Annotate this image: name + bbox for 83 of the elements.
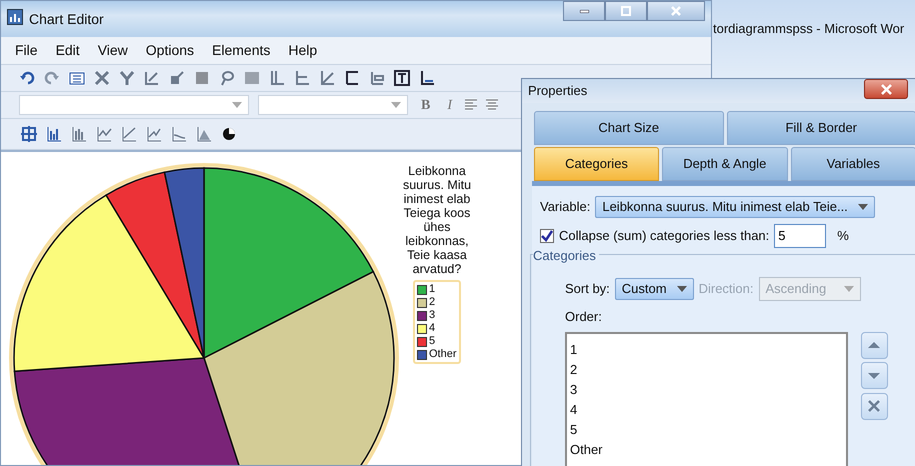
caret-icon [844,286,854,292]
text-box-icon[interactable] [394,70,410,86]
field-label: Sort by: [565,280,610,298]
menu-item[interactable]: File [15,40,38,61]
italic-button[interactable]: I [443,94,456,116]
list-item[interactable]: 5 [570,420,843,440]
tab[interactable]: Categories [534,146,659,180]
line-chart-icon[interactable] [121,126,137,142]
move-down-button[interactable] [860,362,888,390]
app-icon [7,9,23,25]
caret-icon [676,286,687,292]
menu-item[interactable]: Edit [56,40,80,61]
window-title: tordiagrammspss - Microsoft Wor [713,20,904,38]
move-up-button[interactable] [860,332,888,359]
number-field[interactable]: 5 [774,224,826,248]
frame-icon[interactable] [344,70,360,86]
maximize-button[interactable] [605,1,647,21]
caret-icon [858,204,868,210]
list-item[interactable]: 2 [570,360,843,380]
list-item[interactable]: 1 [570,340,843,360]
close-icon [880,84,892,94]
sort-dropdown[interactable]: Custom [614,278,694,300]
list-icon[interactable] [69,70,85,86]
tab[interactable]: Variables [790,146,915,180]
axis-icon[interactable] [294,70,310,86]
maximize-icon [621,6,631,16]
list-item[interactable]: Other [570,440,843,460]
area-chart-icon[interactable] [196,126,212,142]
legend-label: 2 [429,295,436,310]
check-icon [541,230,553,242]
caret-icon [232,102,242,108]
tab[interactable]: Fill & Border [726,110,915,144]
tab[interactable]: Depth & Angle [662,146,788,180]
list-item[interactable]: 4 [570,400,843,420]
legend-title: Leibkonna suurus. Mitu inimest elab Teiega koos ühes leibkonnas, Teie kaasa arvatud? [402,164,472,276]
axis-icon[interactable] [319,70,335,86]
close-button[interactable] [864,79,908,99]
close-icon [868,400,880,412]
list-item[interactable]: 3 [570,380,843,400]
caret-icon [391,102,401,108]
menu-item[interactable]: Options [146,40,194,61]
menu-item[interactable]: View [98,40,128,61]
field-label: Order: [565,308,603,326]
tab[interactable]: Chart Size [534,110,724,144]
legend-label: 4 [429,321,436,336]
line-chart-icon[interactable] [96,126,112,142]
align-center-icon[interactable] [486,99,498,111]
align-left-icon[interactable] [465,99,478,111]
axis-icon[interactable] [269,70,285,86]
menu-item[interactable]: Elements [212,40,270,61]
window-title: Properties [528,82,588,100]
bar-chart-icon[interactable] [71,126,87,142]
checkbox[interactable] [540,228,554,242]
bold-button[interactable]: B [417,94,434,116]
legend-label: Other [429,347,457,362]
pie-icon[interactable] [221,126,237,142]
close-button[interactable] [647,1,705,21]
variable-dropdown[interactable]: Leibkonna suurus. Mitu inimest elab Teie... [595,196,875,218]
minimize-button[interactable] [563,1,605,21]
field-label: Variable: [540,198,590,216]
close-icon [671,6,681,16]
grid-icon[interactable] [21,126,37,142]
font-field[interactable] [258,95,408,115]
undo-icon[interactable] [19,70,35,86]
line-chart-icon[interactable] [146,126,162,142]
field-label: Direction: [698,280,754,298]
bar-chart-icon[interactable] [46,126,62,142]
redo-icon[interactable] [44,70,60,86]
remove-button[interactable] [860,392,888,420]
legend-label: 1 [429,282,436,297]
checkbox-label: Collapse (sum) categories less than: [559,226,770,245]
x-axis-icon[interactable] [94,70,110,86]
unit-label: % [837,226,849,245]
legend-label: 5 [429,334,436,349]
window-title: Chart Editor [29,10,104,29]
menu-item[interactable]: Help [288,40,318,61]
line-chart-icon[interactable] [171,126,187,142]
legend-label: 3 [429,308,436,323]
y-axis-icon[interactable] [119,70,135,86]
minimize-icon [580,10,588,12]
lasso-icon[interactable] [219,70,235,86]
frame-icon[interactable] [419,70,435,86]
font-field[interactable] [19,95,249,115]
